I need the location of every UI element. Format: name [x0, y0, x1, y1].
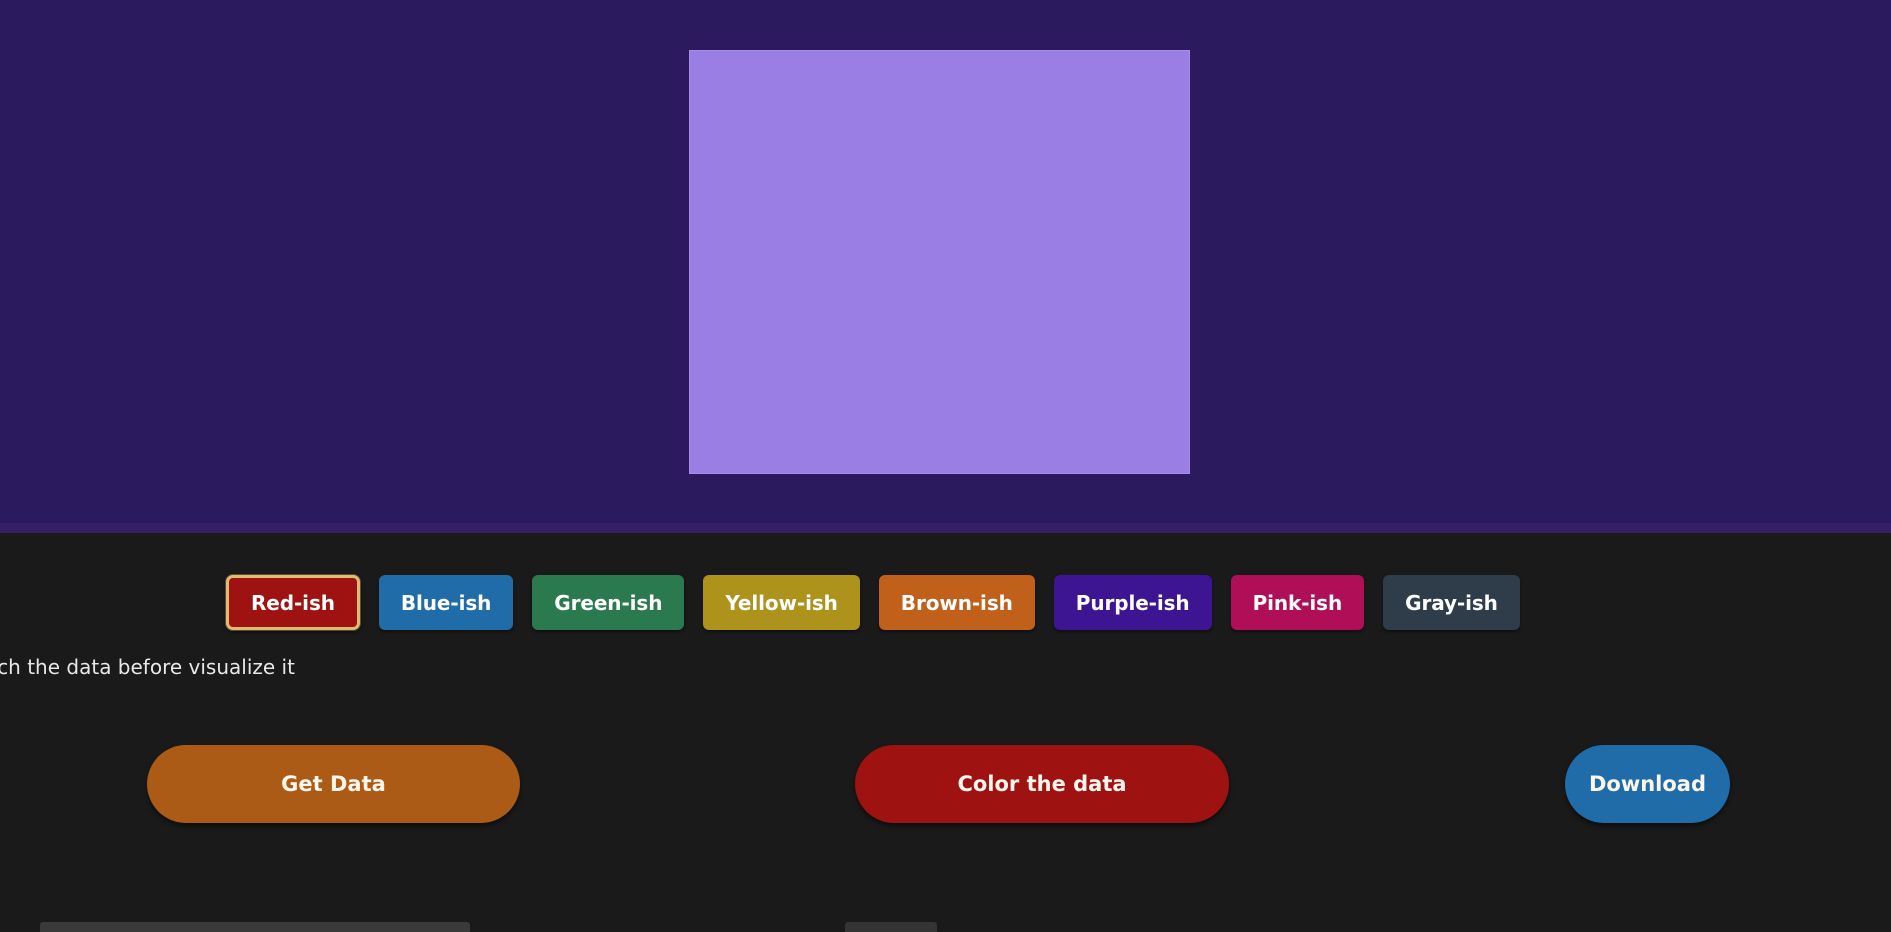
color-the-data-button[interactable]: Color the data — [855, 745, 1229, 823]
palette-button-brown-ish[interactable]: Brown-ish — [878, 575, 1035, 630]
status-hint-text: fetch the data before visualize it — [0, 655, 295, 679]
get-data-label: Get Data — [281, 772, 386, 796]
palette-button-label: Green-ish — [554, 590, 663, 615]
palette-button-label: Brown-ish — [900, 590, 1013, 615]
app-root: Red-ish Blue-ish Green-ish Yellow-ish Br… — [0, 0, 1891, 932]
palette-button-label: Red-ish — [251, 590, 335, 615]
palette-button-label: Blue-ish — [400, 590, 492, 615]
plot-placeholder[interactable] — [689, 50, 1190, 474]
download-button[interactable]: Download — [1565, 745, 1730, 823]
download-label: Download — [1588, 772, 1707, 796]
action-button-row: Get Data Color the data Download — [0, 745, 1891, 825]
palette-button-blue-ish[interactable]: Blue-ish — [378, 575, 514, 630]
palette-button-label: Pink-ish — [1252, 590, 1343, 615]
palette-button-label: Gray-ish — [1405, 590, 1498, 615]
palette-button-gray-ish[interactable]: Gray-ish — [1383, 575, 1520, 630]
controls-panel: Red-ish Blue-ish Green-ish Yellow-ish Br… — [0, 533, 1891, 932]
palette-button-yellow-ish[interactable]: Yellow-ish — [703, 575, 860, 630]
bottom-clipped-strip — [0, 920, 1891, 932]
palette-button-pink-ish[interactable]: Pink-ish — [1230, 575, 1365, 630]
color-palette-row: Red-ish Blue-ish Green-ish Yellow-ish Br… — [226, 575, 1520, 630]
color-the-data-label: Color the data — [957, 772, 1127, 796]
visualization-panel — [0, 0, 1891, 533]
palette-button-purple-ish[interactable]: Purple-ish — [1053, 575, 1212, 630]
clipped-widget-left[interactable] — [40, 922, 470, 932]
palette-button-green-ish[interactable]: Green-ish — [532, 575, 685, 630]
palette-button-label: Purple-ish — [1075, 590, 1190, 615]
panel-bottom-edge — [0, 523, 1891, 533]
palette-button-red-ish[interactable]: Red-ish — [226, 575, 360, 630]
palette-button-label: Yellow-ish — [725, 590, 838, 615]
get-data-button[interactable]: Get Data — [147, 745, 520, 823]
clipped-widget-center[interactable] — [845, 922, 937, 932]
